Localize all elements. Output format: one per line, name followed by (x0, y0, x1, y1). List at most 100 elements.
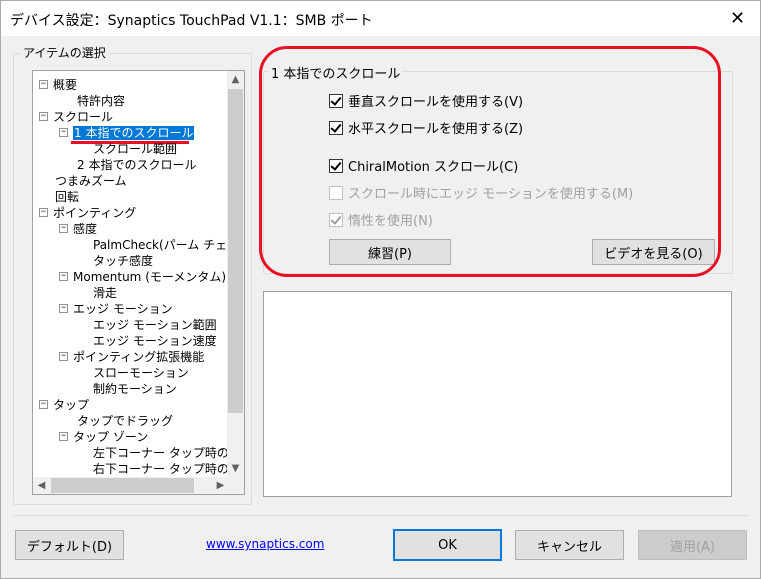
tree-vertical-scrollbar[interactable]: ▲ ▼ (227, 71, 244, 477)
horizontal-scroll-checkbox[interactable]: 水平スクロールを使用する(Z) (329, 118, 523, 137)
tree-rows: − 概要 特許内容 − スクロール −1 本指でのスクロール スクロール範囲 2 本指でのスク… (33, 71, 229, 477)
tree-item[interactable]: 回転 (55, 189, 79, 205)
scroll-down-icon[interactable]: ▼ (227, 460, 244, 477)
tree-item[interactable]: つまみズーム (55, 173, 127, 189)
tree-item[interactable]: スクロール (53, 109, 113, 125)
tree-item[interactable]: Momentum (モーメンタム) (73, 269, 226, 285)
tree-item[interactable]: ポインティング (53, 205, 136, 221)
tree-item[interactable]: PalmCheck(パーム チェック) (93, 237, 229, 253)
tree-toggle-icon[interactable]: − (59, 224, 68, 233)
tree-item-label: スクロール範囲 (93, 142, 178, 156)
tree-toggle-icon[interactable]: − (59, 432, 68, 441)
title-bar: デバイス設定：Synaptics TouchPad V1.1：SMB ポート ✕ (1, 1, 760, 36)
tree-item[interactable]: 滑走 (93, 285, 117, 301)
tree-item[interactable]: 制約モーション (93, 381, 177, 397)
checkbox-box[interactable] (329, 212, 343, 227)
tree-item-label: 左下コーナー タップ時の動作 (93, 446, 229, 460)
tree-item[interactable]: エッジ モーション範囲 (93, 317, 217, 333)
tree-item[interactable]: 特許内容 (77, 93, 125, 109)
settings-tree[interactable]: − 概要 特許内容 − スクロール −1 本指でのスクロール スクロール範囲 2 本指でのスク… (32, 70, 245, 495)
practice-button[interactable]: 練習(P) (329, 239, 451, 265)
tree-item-label: スクロール (53, 110, 114, 124)
checkbox-label: 垂直スクロールを使用する(V) (348, 95, 524, 110)
tree-item-label: つまみズーム (55, 174, 127, 188)
tree-item[interactable]: 概要 (53, 77, 77, 93)
tree-item[interactable]: タップ ゾーン (73, 429, 148, 445)
checkbox-label: スクロール時にエッジ モーションを使用する(M) (348, 187, 634, 202)
tree-item[interactable]: スローモーション (93, 365, 189, 381)
scroll-left-icon[interactable]: ◀ (33, 477, 50, 494)
tree-item-label: 2 本指でのスクロール (77, 158, 197, 172)
cancel-button[interactable]: キャンセル (515, 530, 624, 560)
tree-item-label: タップでドラッグ (77, 414, 174, 428)
tree-horizontal-scrollbar[interactable]: ◀ ▶ (33, 477, 229, 494)
tree-item-label: 特許内容 (77, 94, 126, 108)
tree-item-label: 滑走 (93, 286, 118, 300)
tree-item-label: タッチ感度 (93, 254, 154, 268)
scroll-up-icon[interactable]: ▲ (227, 71, 244, 88)
tree-item[interactable]: タップでドラッグ (77, 413, 173, 429)
close-icon: ✕ (729, 8, 746, 29)
vertical-scroll-thumb[interactable] (228, 89, 243, 413)
tree-item-label: ポインティング (53, 206, 137, 220)
ok-button[interactable]: OK (393, 529, 502, 561)
default-button[interactable]: デフォルト(D) (15, 530, 124, 560)
tree-item-label: 1 本指でのスクロール (73, 126, 195, 140)
tree-item-label: Momentum (モーメンタム) (73, 270, 227, 284)
description-pane (263, 291, 732, 497)
tree-item-label: エッジ モーション範囲 (93, 318, 217, 332)
tree-item-label: エッジ モーション (73, 302, 173, 316)
checkbox-label: ChiralMotion スクロール(C) (348, 160, 519, 175)
tree-toggle-icon[interactable]: − (59, 128, 68, 137)
tree-item-label: PalmCheck(パーム チェック) (93, 238, 229, 252)
tree-item[interactable]: 1 本指でのスクロール (73, 125, 195, 141)
window-title: デバイス設定：Synaptics TouchPad V1.1：SMB ポート (10, 13, 373, 29)
checkbox-box[interactable] (329, 93, 343, 108)
checkbox-box[interactable] (329, 158, 343, 173)
tree-item-label: タップ ゾーン (73, 430, 149, 444)
tree-item-label: 制約モーション (93, 382, 177, 396)
vertical-scroll-checkbox[interactable]: 垂直スクロールを使用する(V) (329, 91, 523, 110)
tree-item[interactable]: 2 本指でのスクロール (77, 157, 196, 173)
close-button[interactable]: ✕ (715, 1, 760, 36)
chiralmotion-checkbox[interactable]: ChiralMotion スクロール(C) (329, 156, 518, 175)
horizontal-scroll-thumb[interactable] (51, 478, 194, 493)
tree-item-label: 回転 (55, 190, 80, 204)
inertia-checkbox[interactable]: 惰性を使用(N) (329, 210, 433, 229)
checkbox-box[interactable] (329, 185, 343, 200)
edge-motion-scroll-checkbox[interactable]: スクロール時にエッジ モーションを使用する(M) (329, 183, 633, 202)
tree-toggle-icon[interactable]: − (39, 400, 48, 409)
tree-toggle-icon[interactable]: − (39, 208, 48, 217)
checkbox-label: 水平スクロールを使用する(Z) (348, 122, 524, 137)
tree-item[interactable]: タッチ感度 (93, 253, 153, 269)
synaptics-link[interactable]: www.synaptics.com (206, 537, 324, 551)
tree-item-label: ポインティング拡張機能 (73, 350, 205, 364)
tree-item[interactable]: ポインティング拡張機能 (73, 349, 204, 365)
scrollbar-corner (227, 477, 244, 494)
tree-item[interactable]: 感度 (73, 221, 97, 237)
settings-dialog: デバイス設定：Synaptics TouchPad V1.1：SMB ポート ✕… (0, 0, 761, 579)
tree-item[interactable]: 右下コーナー タップ時の動作 (93, 461, 229, 477)
tree-toggle-icon[interactable]: − (59, 352, 68, 361)
checkbox-box[interactable] (329, 120, 343, 135)
tree-item[interactable]: 左下コーナー タップ時の動作 (93, 445, 229, 461)
tree-item[interactable]: エッジ モーション速度 (93, 333, 217, 349)
tree-toggle-icon[interactable]: − (59, 272, 68, 281)
tree-item-label: 概要 (53, 78, 78, 92)
watch-video-button[interactable]: ビデオを見る(O) (592, 239, 715, 265)
tree-item-label: タップ (53, 398, 90, 412)
tree-item-label: エッジ モーション速度 (93, 334, 217, 348)
tree-item[interactable]: タップ (53, 397, 89, 413)
tree-toggle-icon[interactable]: − (39, 80, 48, 89)
tree-item-label: スローモーション (93, 366, 189, 380)
checkbox-label: 惰性を使用(N) (348, 214, 433, 229)
tree-toggle-icon[interactable]: − (39, 112, 48, 121)
tree-item-label: 感度 (73, 222, 98, 236)
apply-button[interactable]: 適用(A) (638, 530, 747, 560)
one-finger-scroll-legend: 1 本指でのスクロール (269, 63, 403, 82)
tree-toggle-icon[interactable]: − (59, 304, 68, 313)
footer-separator (13, 515, 748, 516)
tree-item[interactable]: スクロール範囲 (93, 141, 177, 157)
tree-item[interactable]: エッジ モーション (73, 301, 173, 317)
item-selection-legend: アイテムの選択 (21, 44, 108, 61)
